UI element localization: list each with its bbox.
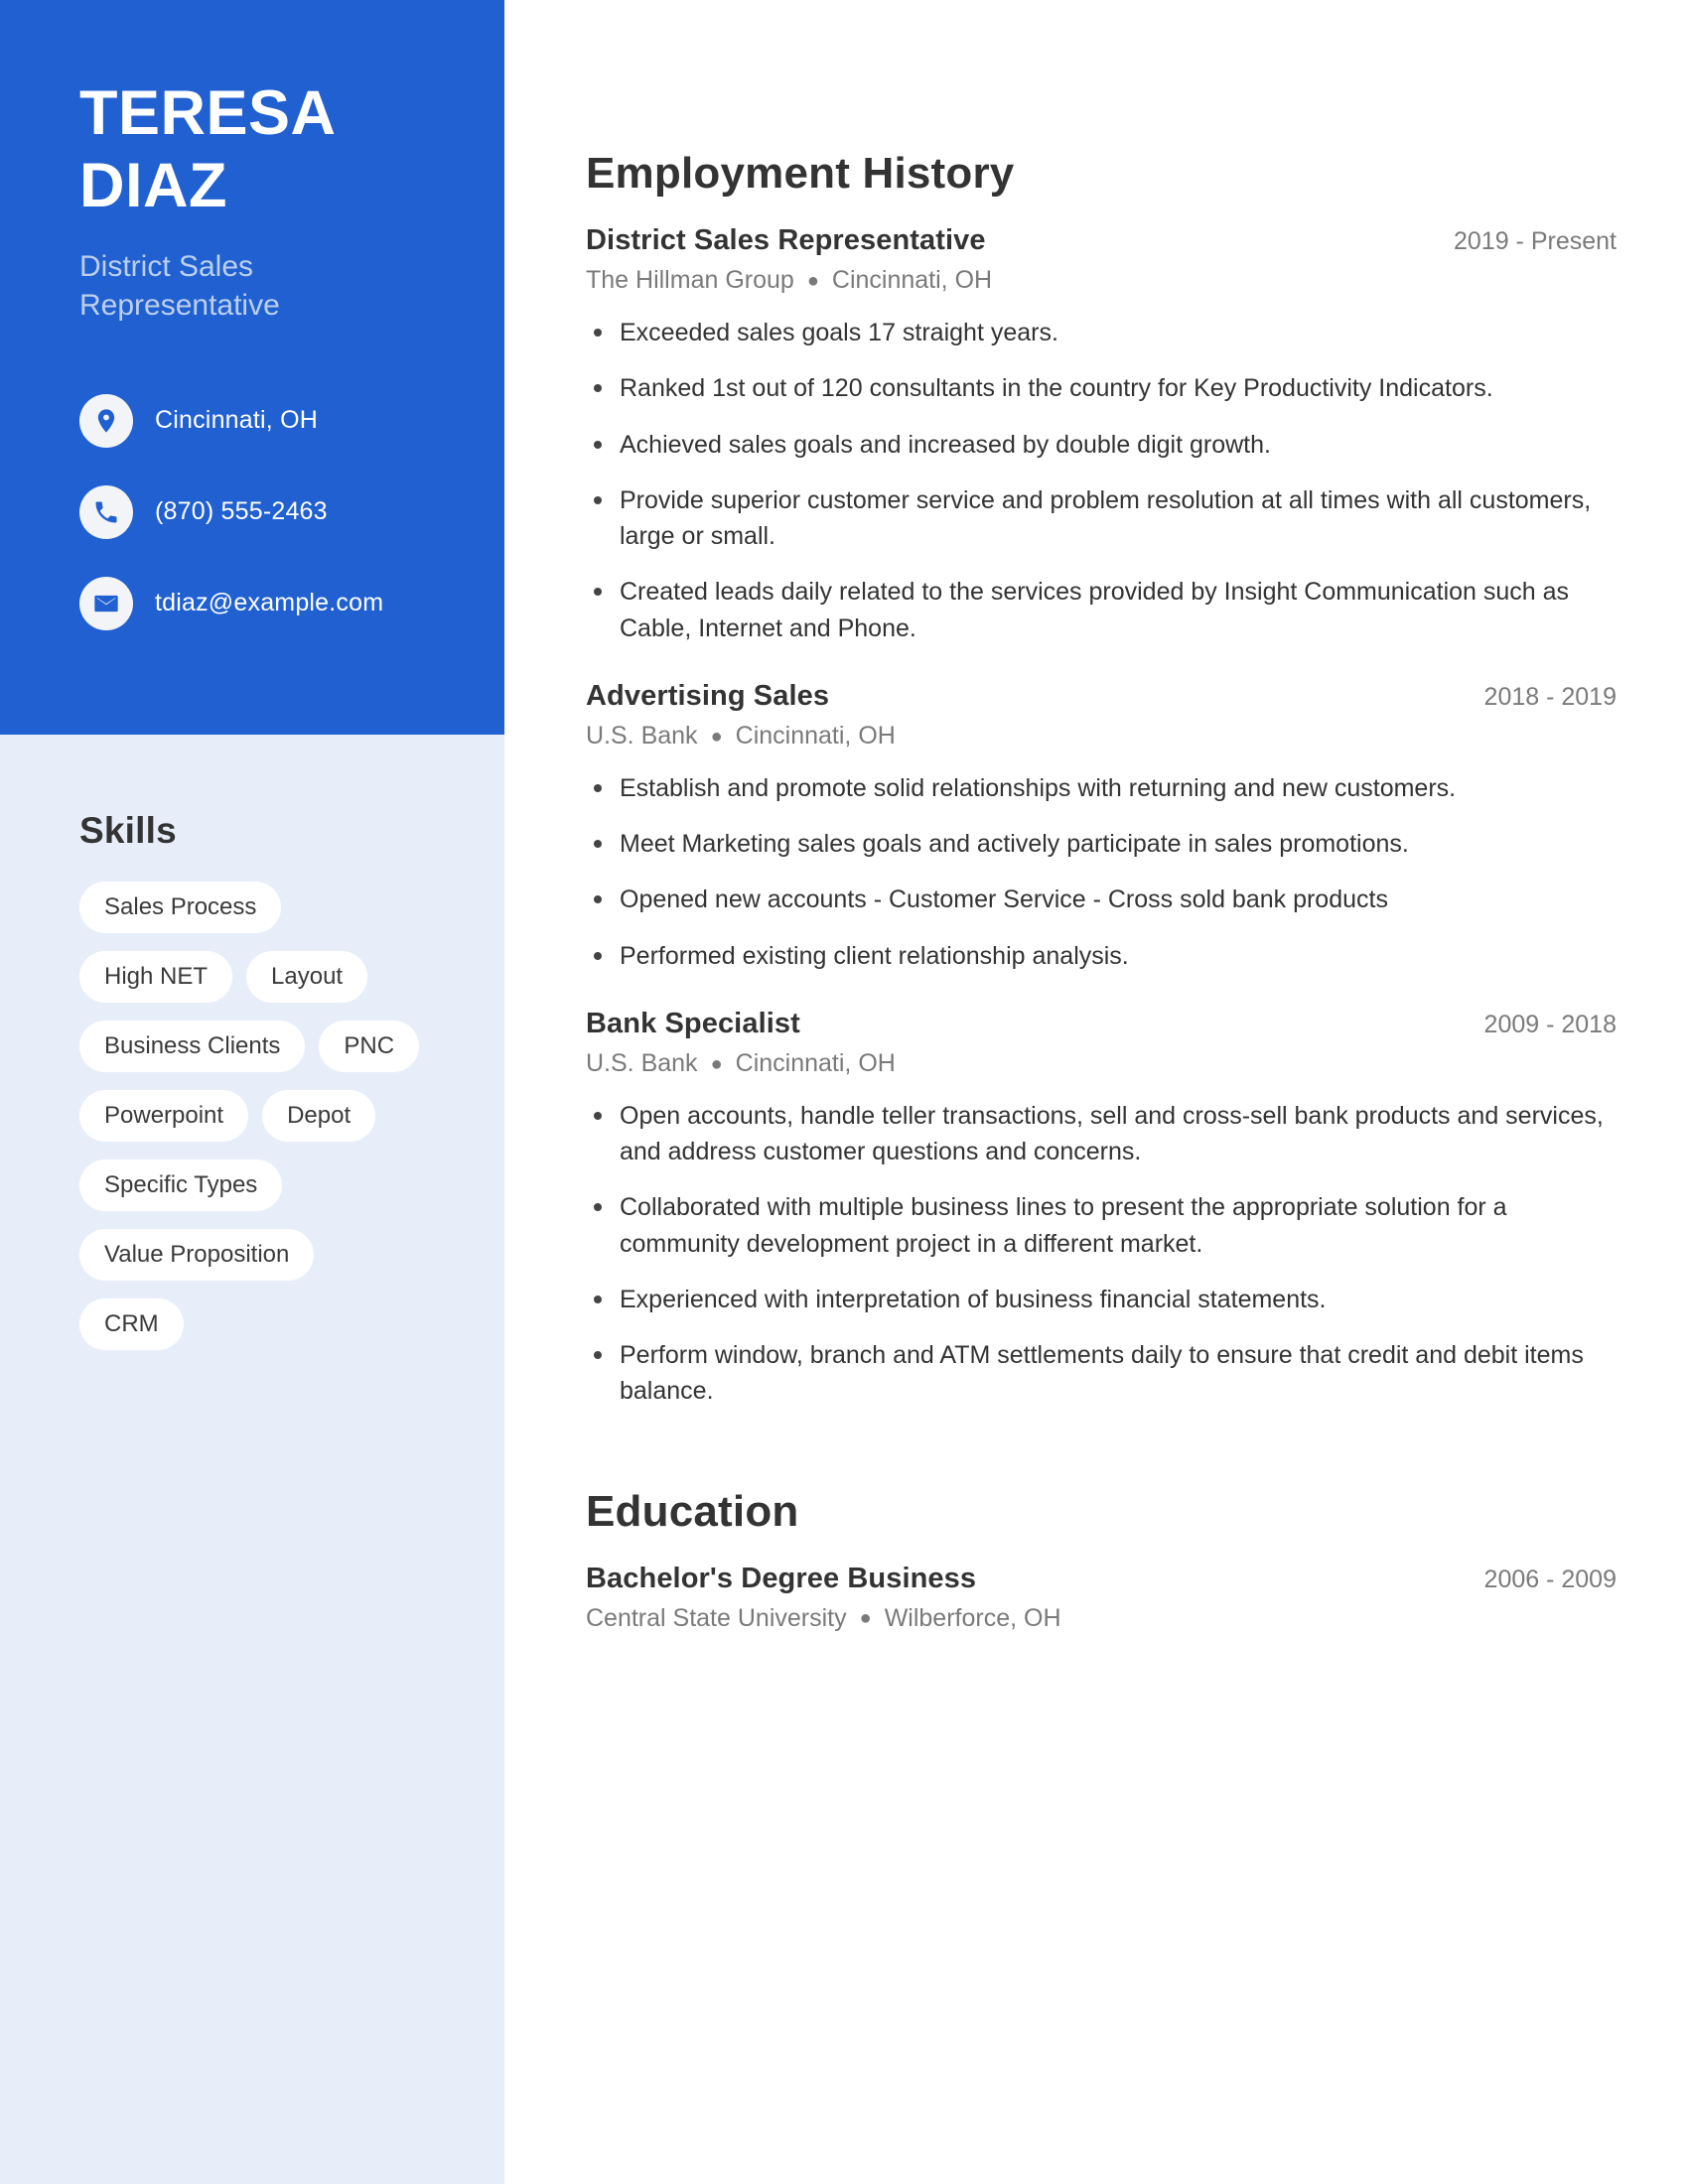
employment-history-title: Employment History	[586, 149, 1015, 198]
skill-tag[interactable]: Business Clients	[79, 1021, 306, 1072]
contact-email-text: tdiaz@example.com	[155, 589, 384, 617]
job-title: Bank Specialist	[586, 1007, 800, 1039]
job-bullet: Experienced with interpretation of busin…	[586, 1282, 1617, 1317]
job-company: U.S. Bank	[586, 1048, 698, 1077]
contact-list: Cincinnati, OH (870) 555-2463 tdiaz@exam…	[79, 393, 504, 630]
separator-dot-icon: ●	[859, 1607, 872, 1630]
skill-tag[interactable]: PNC	[319, 1021, 420, 1072]
job-bullet-list: Exceeded sales goals 17 straight years. …	[586, 315, 1617, 646]
job-company-location: The Hillman Group ● Cincinnati, OH	[586, 266, 1617, 295]
job-bullet: Provide superior customer service and pr…	[586, 482, 1617, 555]
skills-list: Sales Process High NET Layout Business C…	[79, 882, 427, 1350]
job-date: 2018 - 2019	[1483, 682, 1617, 711]
contact-item-location[interactable]: Cincinnati, OH	[79, 393, 504, 448]
job-bullet: Establish and promote solid relationship…	[586, 770, 1617, 806]
employment-entry-head: Advertising Sales 2018 - 2019	[586, 680, 1617, 713]
job-bullet: Exceeded sales goals 17 straight years.	[586, 315, 1617, 350]
email-icon	[79, 576, 133, 630]
job-bullet: Collaborated with multiple business line…	[586, 1189, 1617, 1262]
job-location: Cincinnati, OH	[735, 721, 896, 750]
education-section: Education Bachelor's Degree Business 200…	[586, 1487, 1617, 1633]
job-date: 2019 - Present	[1454, 227, 1617, 255]
skill-tag[interactable]: Value Proposition	[79, 1229, 315, 1281]
contact-item-phone[interactable]: (870) 555-2463	[79, 484, 504, 539]
skills-section: Skills Sales Process High NET Layout Bus…	[0, 735, 504, 1350]
skill-tag[interactable]: Layout	[246, 951, 368, 1003]
job-bullet: Created leads daily related to the servi…	[586, 574, 1617, 646]
education-entry-head: Bachelor's Degree Business 2006 - 2009	[586, 1563, 1617, 1595]
job-bullet: Open accounts, handle teller transaction…	[586, 1098, 1617, 1170]
school-location: Central State University ● Wilberforce, OH	[586, 1604, 1617, 1633]
skill-tag[interactable]: Depot	[262, 1090, 376, 1142]
profile-role: District Sales Representative	[79, 250, 280, 322]
skill-tag[interactable]: High NET	[79, 951, 233, 1003]
contact-item-email[interactable]: tdiaz@example.com	[79, 576, 504, 630]
sidebar-header: TERESA DIAZ District Sales Representativ…	[0, 0, 504, 735]
job-bullet: Meet Marketing sales goals and actively …	[586, 826, 1617, 862]
degree-date: 2006 - 2009	[1483, 1565, 1617, 1593]
page-title: TERESA DIAZ	[79, 77, 504, 222]
job-bullet: Perform window, branch and ATM settlemen…	[586, 1337, 1617, 1410]
education-entry: Bachelor's Degree Business 2006 - 2009 C…	[586, 1563, 1617, 1633]
job-company-location: U.S. Bank ● Cincinnati, OH	[586, 722, 1617, 751]
skill-tag[interactable]: CRM	[79, 1298, 184, 1350]
job-title: Advertising Sales	[586, 679, 830, 712]
contact-phone-text: (870) 555-2463	[155, 497, 328, 526]
job-location: Cincinnati, OH	[831, 266, 993, 294]
job-company: The Hillman Group	[586, 266, 794, 294]
phone-icon	[79, 484, 133, 539]
skill-tag[interactable]: Specific Types	[79, 1160, 283, 1211]
employment-entry-head: District Sales Representative 2019 - Pre…	[586, 224, 1617, 257]
job-bullet: Opened new accounts - Customer Service -…	[586, 882, 1617, 917]
location-pin-icon	[79, 393, 133, 448]
skill-tag[interactable]: Powerpoint	[79, 1090, 249, 1142]
job-company-location: U.S. Bank ● Cincinnati, OH	[586, 1049, 1617, 1078]
last-name: DIAZ	[79, 151, 227, 221]
skill-tag[interactable]: Sales Process	[79, 882, 282, 933]
degree-title: Bachelor's Degree Business	[586, 1562, 977, 1594]
employment-entry-head: Bank Specialist 2009 - 2018	[586, 1008, 1617, 1040]
separator-dot-icon: ●	[710, 725, 723, 748]
job-bullet: Achieved sales goals and increased by do…	[586, 427, 1617, 463]
job-bullet: Ranked 1st out of 120 consultants in the…	[586, 370, 1617, 406]
job-title: District Sales Representative	[586, 224, 986, 256]
school-name: Central State University	[586, 1603, 847, 1632]
separator-dot-icon: ●	[806, 269, 819, 292]
separator-dot-icon: ●	[710, 1052, 723, 1075]
job-bullet-list: Establish and promote solid relationship…	[586, 770, 1617, 974]
job-bullet-list: Open accounts, handle teller transaction…	[586, 1098, 1617, 1410]
employment-entry: Advertising Sales 2018 - 2019 U.S. Bank ●…	[586, 680, 1617, 974]
employment-entry: Bank Specialist 2009 - 2018 U.S. Bank ● Ci…	[586, 1008, 1617, 1410]
employment-history-section: Employment History District Sales Repres…	[586, 149, 1617, 1410]
job-bullet: Performed existing client relationship a…	[586, 938, 1617, 974]
main-content: Employment History District Sales Repres…	[504, 0, 1688, 2184]
first-name: TERESA	[79, 78, 337, 148]
job-location: Cincinnati, OH	[735, 1048, 896, 1077]
job-company: U.S. Bank	[586, 721, 698, 750]
job-date: 2009 - 2018	[1483, 1010, 1617, 1038]
contact-location-text: Cincinnati, OH	[155, 406, 318, 435]
employment-entry: District Sales Representative 2019 - Pre…	[586, 224, 1617, 646]
education-title: Education	[586, 1486, 799, 1536]
school-location-text: Wilberforce, OH	[884, 1603, 1061, 1632]
resume-page: TERESA DIAZ District Sales Representativ…	[0, 0, 1688, 2184]
sidebar: TERESA DIAZ District Sales Representativ…	[0, 0, 504, 2184]
skills-title: Skills	[79, 810, 177, 851]
